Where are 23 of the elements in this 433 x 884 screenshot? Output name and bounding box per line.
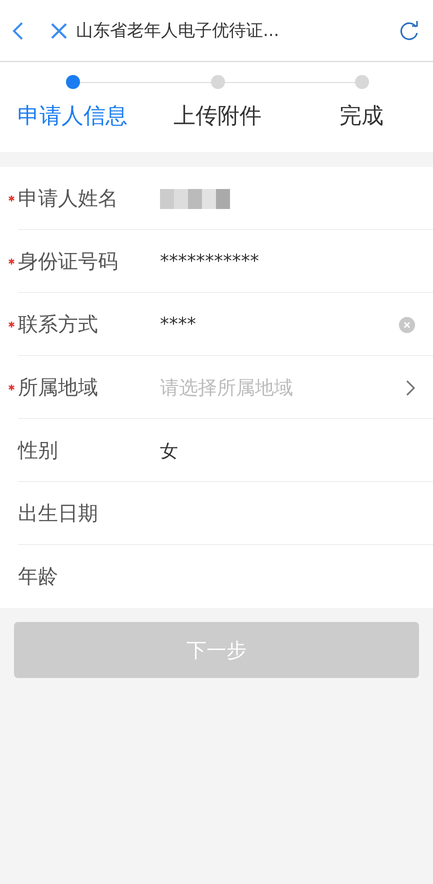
required-asterisk-icon bbox=[8, 195, 15, 202]
field-label: 年龄 bbox=[18, 563, 59, 590]
field-value[interactable]: 女 bbox=[160, 438, 415, 462]
step-label: 上传附件 bbox=[174, 103, 262, 131]
field-value[interactable]: *********** bbox=[160, 251, 415, 272]
chevron-right-icon[interactable] bbox=[406, 380, 415, 396]
required-asterisk-icon bbox=[8, 321, 15, 328]
close-icon[interactable] bbox=[50, 22, 68, 40]
step-label: 申请人信息 bbox=[18, 103, 128, 131]
page-title: 山东省老年人电子优待证... bbox=[76, 20, 280, 42]
clear-icon[interactable] bbox=[399, 316, 415, 332]
back-icon[interactable] bbox=[12, 20, 24, 40]
step-label: 完成 bbox=[340, 103, 384, 131]
field-label: 出生日期 bbox=[18, 500, 99, 527]
field-label: 申请人姓名 bbox=[18, 185, 119, 212]
required-asterisk-icon bbox=[8, 384, 15, 391]
required-asterisk-icon bbox=[8, 258, 15, 265]
field-label: 性别 bbox=[18, 437, 59, 464]
field-label: 身份证号码 bbox=[18, 248, 119, 275]
field-value[interactable]: **** bbox=[160, 314, 399, 335]
field-label: 所属地域 bbox=[18, 374, 99, 401]
redacted-blur-icon bbox=[160, 188, 230, 208]
field-label: 联系方式 bbox=[18, 311, 99, 338]
